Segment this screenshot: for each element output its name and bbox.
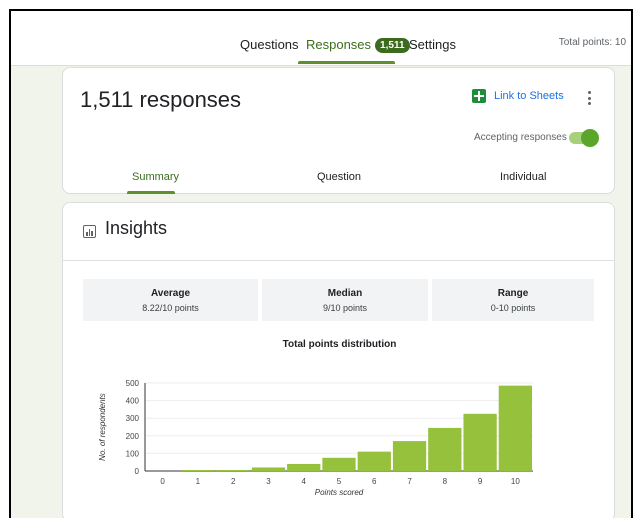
y-axis-title: No. of respondents [98, 393, 107, 461]
active-tab-indicator [298, 61, 395, 64]
sheets-icon [472, 89, 486, 103]
tab-responses[interactable]: Responses 1,511 [306, 37, 410, 53]
bar-4 [287, 463, 321, 471]
toggle-knob [581, 129, 599, 147]
accepting-responses-label: Accepting responses [474, 132, 567, 143]
more-options-icon[interactable] [588, 91, 592, 105]
responses-summary-card: 1,511 responses Link to Sheets Accepting… [62, 67, 615, 194]
bar-7 [392, 441, 427, 471]
bar-6 [357, 451, 391, 471]
y-tick-label: 200 [126, 432, 140, 441]
y-tick-label: 500 [126, 379, 140, 388]
tab-questions[interactable]: Questions [240, 37, 299, 52]
x-tick-label: 4 [302, 477, 307, 486]
bar-9 [463, 413, 497, 471]
responses-count-badge: 1,511 [375, 38, 410, 53]
x-tick-label: 1 [196, 477, 201, 486]
link-to-sheets-label: Link to Sheets [494, 90, 564, 102]
tab-responses-label: Responses [306, 37, 372, 52]
form-header-bar: Questions Responses 1,511 Settings Total … [11, 11, 631, 66]
response-count-heading: 1,511 responses [80, 87, 242, 112]
total-points-label: Total points: 10 [558, 37, 626, 48]
x-tick-label: 8 [443, 477, 448, 486]
x-tick-label: 6 [372, 477, 377, 486]
y-tick-label: 100 [126, 449, 140, 458]
x-axis-title: Points scored [315, 488, 364, 497]
x-tick-label: 10 [511, 477, 520, 486]
x-tick-label: 2 [231, 477, 236, 486]
x-tick-label: 7 [407, 477, 412, 486]
tab-settings[interactable]: Settings [409, 37, 456, 52]
summary-tab-indicator [127, 191, 175, 194]
bar-10 [498, 385, 532, 471]
tab-summary[interactable]: Summary [132, 171, 179, 183]
bar-5 [322, 457, 356, 471]
accepting-responses-toggle[interactable] [569, 129, 599, 147]
tab-individual[interactable]: Individual [500, 171, 546, 183]
x-tick-label: 5 [337, 477, 342, 486]
tab-question[interactable]: Question [317, 171, 361, 183]
y-tick-label: 400 [126, 397, 140, 406]
browser-frame: Questions Responses 1,511 Settings Total … [9, 9, 633, 518]
y-tick-label: 300 [126, 414, 140, 423]
x-tick-label: 3 [266, 477, 271, 486]
x-tick-label: 9 [478, 477, 483, 486]
bar-2 [216, 470, 250, 471]
insights-card: Insights Average 8.22/10 points Median 9… [62, 202, 615, 518]
points-distribution-chart: 0 100 200 300 400 500 0 1 2 3 4 5 6 7 8 9 10 Points score… [98, 379, 533, 497]
y-tick-label: 0 [135, 467, 140, 476]
bar-8 [428, 427, 462, 471]
link-to-sheets-button[interactable]: Link to Sheets [472, 89, 564, 103]
x-tick-label: 0 [160, 477, 165, 486]
bar-3 [251, 467, 286, 471]
bar-1 [181, 470, 215, 471]
